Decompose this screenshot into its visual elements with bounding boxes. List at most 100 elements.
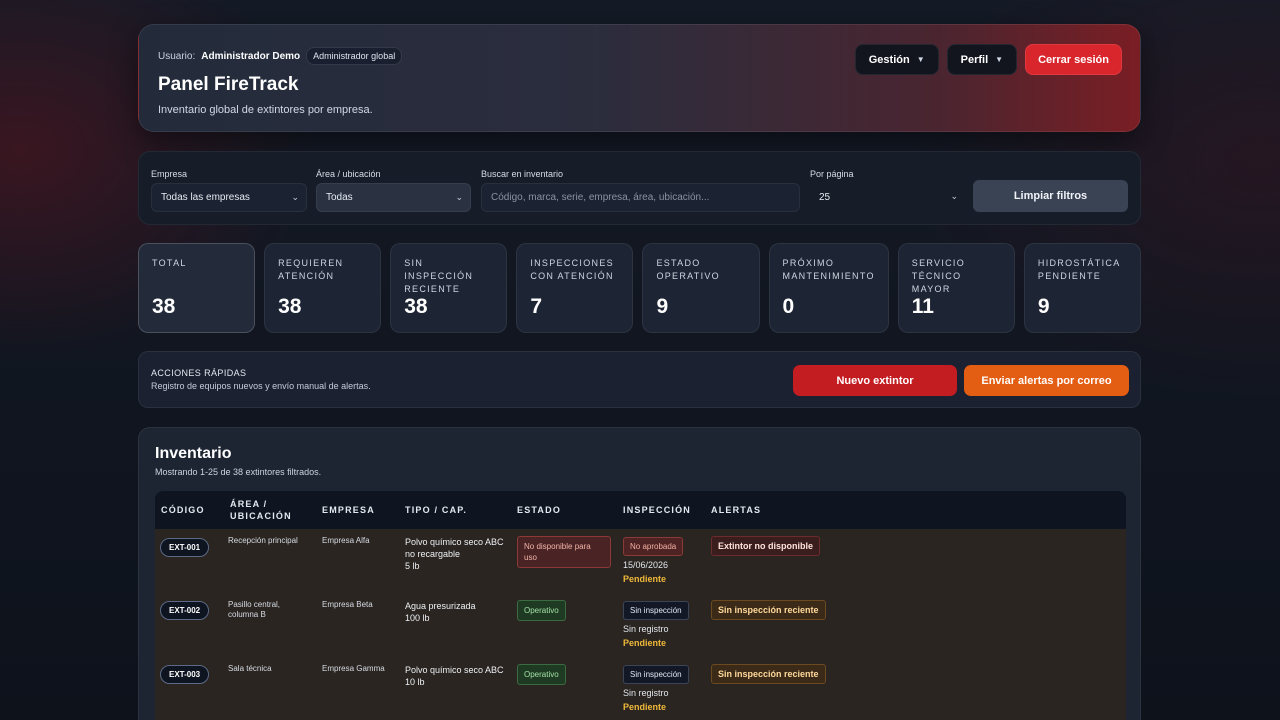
empresa-label: Empresa bbox=[151, 169, 188, 179]
capacidad-cell: 5 lb bbox=[405, 561, 420, 571]
capacidad-cell: 100 lb bbox=[405, 613, 430, 623]
area-select[interactable]: Todas ⌄ bbox=[316, 183, 471, 212]
column-header-tipo[interactable]: TIPO / CAP. bbox=[405, 491, 467, 529]
area-cell: Sala técnica bbox=[228, 664, 272, 673]
per-page-value: 25 bbox=[819, 192, 831, 203]
inspection-date: Sin registro bbox=[623, 688, 669, 698]
inspection-status: Pendiente bbox=[623, 574, 667, 584]
inspection-badge: Sin inspección bbox=[623, 665, 689, 684]
empresa-value: Todas las empresas bbox=[161, 192, 250, 203]
empresa-cell: Empresa Alfa bbox=[322, 536, 370, 545]
empresa-select[interactable]: Todas las empresas ⌄ bbox=[151, 183, 307, 212]
stat-label: Requieren atención bbox=[278, 258, 344, 281]
inventory-table: CÓDIGO ÁREA / UBICACIÓN EMPRESA TIPO / C… bbox=[155, 491, 1126, 720]
table-row[interactable]: EXT-001 Recepción principal Empresa Alfa… bbox=[155, 536, 1126, 600]
clear-filters-button[interactable]: Limpiar filtros bbox=[973, 180, 1128, 212]
stat-value: 9 bbox=[656, 295, 669, 318]
stat-label: Servicio técnico mayor bbox=[911, 258, 966, 294]
inspection-date: Sin registro bbox=[623, 624, 669, 634]
tipo-cell: Polvo químico seco ABC no recargable bbox=[405, 537, 504, 559]
stat-card[interactable]: Requieren atención 38 bbox=[264, 243, 382, 333]
stat-value: 0 bbox=[782, 295, 795, 318]
column-header-inspeccion[interactable]: INSPECCIÓN bbox=[623, 491, 691, 529]
send-alerts-button[interactable]: Enviar alertas por correo bbox=[964, 365, 1129, 396]
quick-actions-panel: ACCIONES RÁPIDAS Registro de equipos nue… bbox=[138, 351, 1141, 408]
logout-button[interactable]: Cerrar sesión bbox=[1025, 44, 1122, 75]
inventory-panel: Inventario Mostrando 1-25 de 38 extintor… bbox=[138, 427, 1141, 720]
stats-row: Total 38 Requieren atención 38 Sin inspe… bbox=[138, 243, 1141, 333]
page-title: Panel FireTrack bbox=[158, 74, 299, 95]
stat-card[interactable]: Total 38 bbox=[138, 243, 256, 333]
empresa-cell: Empresa Beta bbox=[322, 600, 373, 609]
column-header-codigo[interactable]: CÓDIGO bbox=[161, 491, 205, 529]
status-badge: No disponible para uso bbox=[517, 536, 611, 568]
tipo-cell: Agua presurizada bbox=[405, 601, 476, 611]
chevron-down-icon: ⌄ bbox=[455, 192, 463, 202]
tipo-cell: Polvo químico seco ABC bbox=[405, 665, 504, 675]
stat-card[interactable]: Servicio técnico mayor 11 bbox=[897, 243, 1015, 333]
stat-label: Hidrostática pendiente bbox=[1037, 258, 1120, 281]
column-header-alertas[interactable]: ALERTAS bbox=[711, 491, 761, 529]
inspection-status: Pendiente bbox=[623, 702, 667, 712]
caret-down-icon: ▼ bbox=[995, 55, 1004, 64]
column-header-estado[interactable]: ESTADO bbox=[517, 491, 561, 529]
page-subtitle: Inventario global de extintores por empr… bbox=[158, 104, 373, 116]
stat-value: 7 bbox=[530, 295, 543, 318]
gestion-label: Gestión bbox=[868, 53, 910, 66]
code-pill[interactable]: EXT-002 bbox=[160, 601, 210, 620]
search-input[interactable]: Código, marca, serie, empresa, área, ubi… bbox=[481, 183, 800, 212]
inventory-title: Inventario bbox=[155, 445, 232, 462]
table-header: CÓDIGO ÁREA / UBICACIÓN EMPRESA TIPO / C… bbox=[155, 491, 1126, 529]
perfil-label: Perfil bbox=[960, 53, 989, 66]
filters-panel: Empresa Todas las empresas ⌄ Área / ubic… bbox=[138, 151, 1141, 225]
stat-label: Inspecciones con atención bbox=[530, 258, 614, 281]
chevron-down-icon: ⌄ bbox=[291, 192, 299, 202]
column-header-area[interactable]: ÁREA / UBICACIÓN bbox=[230, 491, 310, 529]
inspection-badge: Sin inspección bbox=[623, 601, 689, 620]
code-pill[interactable]: EXT-001 bbox=[160, 538, 210, 557]
stat-label: Sin inspección reciente bbox=[404, 258, 474, 294]
header-panel: Usuario: Administrador Demo Administrado… bbox=[138, 24, 1141, 132]
inventory-subtitle: Mostrando 1-25 de 38 extintores filtrado… bbox=[155, 467, 322, 477]
stat-card[interactable]: Próximo mantenimiento 0 bbox=[768, 243, 889, 333]
table-row[interactable]: EXT-003 Sala técnica Empresa Gamma Polvo… bbox=[155, 664, 1126, 720]
search-placeholder: Código, marca, serie, empresa, área, ubi… bbox=[491, 192, 710, 203]
user-prefix: Usuario: bbox=[158, 50, 196, 62]
per-page-select[interactable]: 25 ⌄ bbox=[810, 183, 965, 212]
gestion-menu-button[interactable]: Gestión ▼ bbox=[854, 44, 939, 75]
stat-value: 38 bbox=[152, 295, 176, 318]
status-badge: Operativo bbox=[517, 600, 566, 621]
code-pill[interactable]: EXT-003 bbox=[160, 665, 210, 684]
status-badge: Operativo bbox=[517, 664, 566, 685]
stat-label: Próximo mantenimiento bbox=[782, 258, 875, 281]
area-cell: Pasillo central, columna B bbox=[228, 600, 281, 619]
column-header-empresa[interactable]: EMPRESA bbox=[322, 491, 375, 529]
new-extinguisher-button[interactable]: Nuevo extintor bbox=[793, 365, 957, 396]
alert-badge: Sin inspección reciente bbox=[711, 664, 826, 684]
stat-card[interactable]: Estado operativo 9 bbox=[642, 243, 760, 333]
stat-card[interactable]: Sin inspección reciente 38 bbox=[390, 243, 508, 333]
perfil-menu-button[interactable]: Perfil ▼ bbox=[946, 44, 1018, 75]
inspection-badge: No aprobada bbox=[623, 537, 684, 556]
alert-badge: Extintor no disponible bbox=[711, 536, 820, 556]
per-page-label: Por página bbox=[810, 169, 854, 179]
chevron-down-icon: ⌄ bbox=[950, 191, 958, 201]
stat-card[interactable]: Inspecciones con atención 7 bbox=[516, 243, 634, 333]
stat-label: Total bbox=[152, 258, 187, 268]
caret-down-icon: ▼ bbox=[916, 55, 925, 64]
empresa-cell: Empresa Gamma bbox=[322, 664, 385, 673]
stat-value: 11 bbox=[911, 295, 934, 318]
inspection-date: 15/06/2026 bbox=[623, 560, 669, 570]
stat-value: 38 bbox=[278, 295, 302, 318]
alert-badge: Sin inspección reciente bbox=[711, 600, 826, 620]
stat-value: 9 bbox=[1037, 295, 1050, 318]
stat-card[interactable]: Hidrostática pendiente 9 bbox=[1023, 243, 1141, 333]
table-row[interactable]: EXT-002 Pasillo central, columna B Empre… bbox=[155, 600, 1126, 664]
inspection-status: Pendiente bbox=[623, 638, 667, 648]
area-label: Área / ubicación bbox=[316, 169, 381, 179]
table-body: EXT-001 Recepción principal Empresa Alfa… bbox=[155, 529, 1126, 720]
area-value: Todas bbox=[326, 192, 353, 203]
capacidad-cell: 10 lb bbox=[405, 677, 425, 687]
stat-label: Estado operativo bbox=[656, 258, 720, 281]
stat-value: 38 bbox=[404, 295, 428, 318]
